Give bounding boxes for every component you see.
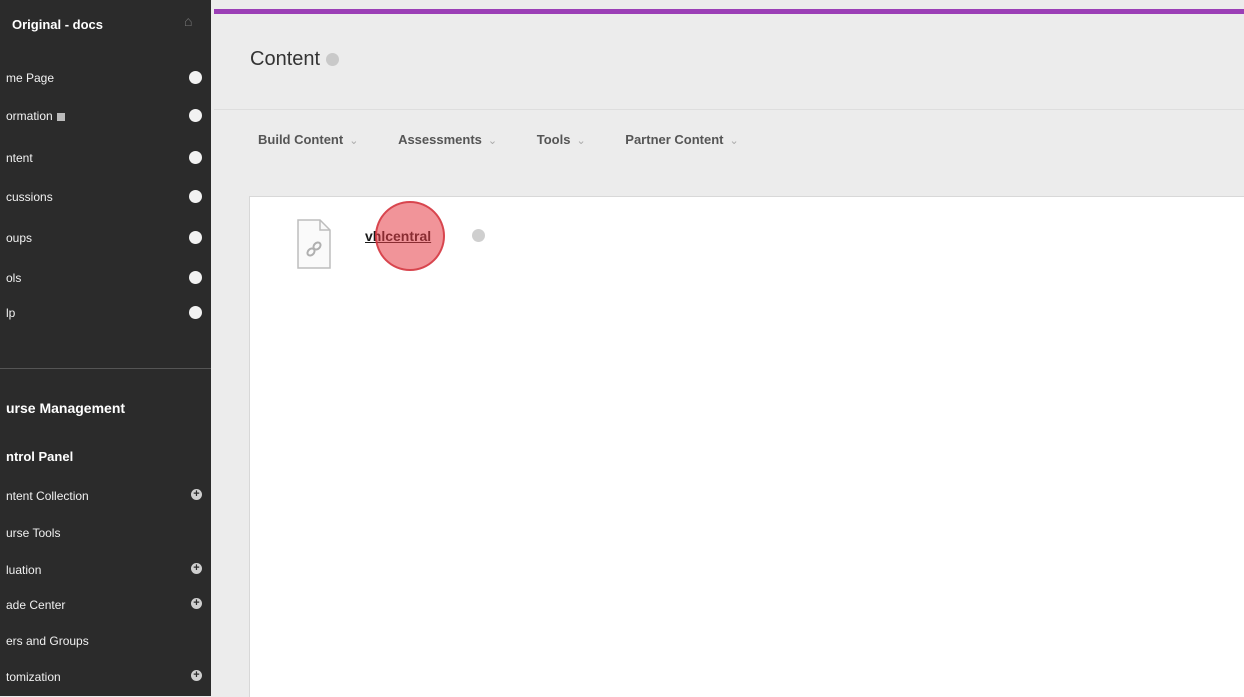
expand-plus-icon[interactable]: + xyxy=(191,489,202,500)
cp-item-label: ade Center xyxy=(6,598,66,612)
page-options-icon[interactable] xyxy=(326,53,340,67)
sidebar-item-label: ormation xyxy=(6,109,53,123)
action-label: Build Content xyxy=(258,132,344,147)
control-panel-heading: ntrol Panel xyxy=(6,449,74,464)
cp-item-evaluation[interactable]: luation + xyxy=(0,560,211,580)
home-icon[interactable]: ⌂ xyxy=(184,13,192,29)
sidebar-item-discussions[interactable]: cussions xyxy=(0,187,211,207)
cp-item-content-collection[interactable]: ntent Collection + xyxy=(0,486,211,506)
hidden-indicator-icon xyxy=(56,112,65,121)
build-content-menu[interactable]: Build Content ⌄ xyxy=(258,132,358,147)
sidebar-item-label: cussions xyxy=(6,190,53,204)
cp-item-label: ntent Collection xyxy=(6,489,89,503)
sidebar-item-groups[interactable]: oups xyxy=(0,228,211,248)
course-title[interactable]: Original - docs xyxy=(12,17,103,32)
cp-item-label: luation xyxy=(6,563,42,577)
assessments-menu[interactable]: Assessments ⌄ xyxy=(398,132,497,147)
expand-plus-icon[interactable]: + xyxy=(191,563,202,574)
chevron-down-icon: ⌄ xyxy=(487,135,498,147)
content-area xyxy=(249,196,1244,697)
action-bar: Build Content ⌄ Assessments ⌄ Tools ⌄ Partn… xyxy=(258,132,775,147)
header-divider xyxy=(214,109,1244,110)
sidebar-item-home-page[interactable]: me Page xyxy=(0,68,211,88)
menu-options-icon[interactable] xyxy=(189,306,202,319)
sidebar-item-label: ntent xyxy=(6,151,33,165)
click-indicator xyxy=(375,201,445,271)
sidebar-item-tools[interactable]: ols xyxy=(0,268,211,288)
cp-item-grade-center[interactable]: ade Center + xyxy=(0,595,211,615)
sidebar-item-label: ols xyxy=(6,271,22,285)
sidebar-item-label: me Page xyxy=(6,71,55,85)
item-options-icon[interactable] xyxy=(472,229,485,242)
cp-item-label: urse Tools xyxy=(6,526,61,540)
expand-plus-icon[interactable]: + xyxy=(191,670,202,681)
menu-options-icon[interactable] xyxy=(189,231,202,244)
course-sidebar: Original - docs ⌂ me Page ormation ntent… xyxy=(0,0,211,696)
cp-item-label: ers and Groups xyxy=(6,634,89,648)
chevron-down-icon: ⌄ xyxy=(576,135,586,147)
sidebar-divider xyxy=(0,368,211,369)
accent-bar xyxy=(214,9,1244,14)
tools-menu[interactable]: Tools ⌄ xyxy=(537,132,586,147)
menu-options-icon[interactable] xyxy=(189,151,202,164)
action-label: Tools xyxy=(536,132,571,147)
sidebar-item-content[interactable]: ntent xyxy=(0,148,211,168)
sidebar-item-label: lp xyxy=(6,306,16,320)
course-management-heading: urse Management xyxy=(6,400,126,416)
sidebar-item-label: oups xyxy=(6,231,33,245)
sidebar-item-help[interactable]: lp xyxy=(0,303,211,323)
page-title-wrap: Content xyxy=(250,48,340,71)
chevron-down-icon: ⌄ xyxy=(349,135,359,147)
menu-options-icon[interactable] xyxy=(189,71,202,84)
cp-item-course-tools[interactable]: urse Tools xyxy=(0,523,211,543)
action-label: Partner Content xyxy=(625,132,724,147)
menu-options-icon[interactable] xyxy=(189,109,202,122)
menu-options-icon[interactable] xyxy=(189,271,202,284)
link-file-icon xyxy=(297,219,331,269)
partner-content-menu[interactable]: Partner Content ⌄ xyxy=(625,132,738,147)
expand-plus-icon[interactable]: + xyxy=(191,598,202,609)
cp-item-label: tomization xyxy=(6,670,61,684)
chevron-down-icon: ⌄ xyxy=(729,135,739,147)
page-title: Content xyxy=(250,48,321,70)
action-label: Assessments xyxy=(398,132,482,147)
cp-item-users-and-groups[interactable]: ers and Groups xyxy=(0,631,211,651)
menu-options-icon[interactable] xyxy=(189,190,202,203)
cp-item-customization[interactable]: tomization + xyxy=(0,667,211,687)
sidebar-item-information[interactable]: ormation xyxy=(0,106,211,126)
